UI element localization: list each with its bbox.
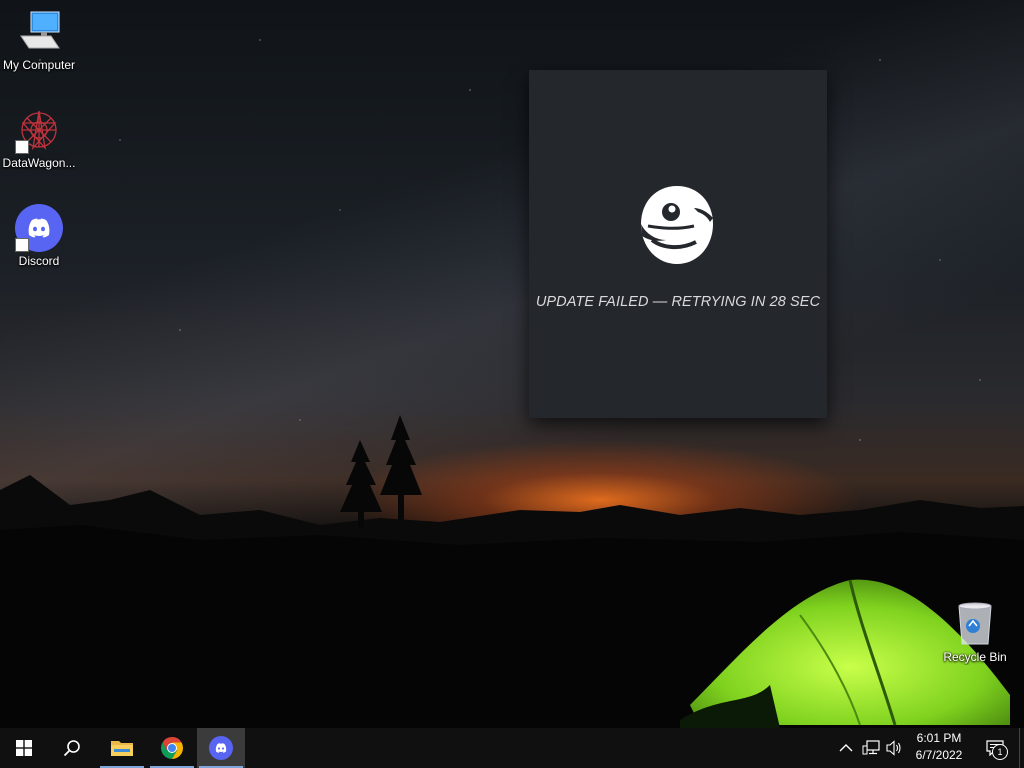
taskbar-chrome[interactable] [148,728,196,768]
update-status-text: UPDATE FAILED — RETRYING IN 28 SEC [535,294,821,310]
start-button[interactable] [0,728,48,768]
discord-update-splash: UPDATE FAILED — RETRYING IN 28 SEC [529,70,827,418]
clock-date: 6/7/2022 [915,748,963,762]
desktop-icon-recycle-bin[interactable]: Recycle Bin [936,600,1014,665]
shortcut-arrow-icon [15,238,29,252]
taskbar: 6:01 PM 6/7/2022 1 [0,728,1024,768]
taskbar-file-explorer[interactable] [98,728,146,768]
show-desktop-button[interactable] [1019,728,1024,768]
desktop-icon-label: My Computer [2,58,76,72]
search-icon [63,740,80,757]
volume-tray-icon[interactable] [884,738,904,758]
datawagon-icon [15,106,63,154]
discord-wumpus-logo [641,186,713,264]
desktop-icon-label: DataWagon... [2,156,76,170]
show-hidden-icons-chevron[interactable] [836,738,856,758]
discord-icon [15,204,63,252]
desktop-background [0,0,1024,728]
speaker-icon [886,740,901,756]
desktop-icon-discord[interactable]: Discord [0,204,78,269]
notification-count-badge: 1 [992,744,1008,760]
pine-trees [340,415,422,528]
desktop-icon-label: Discord [18,254,60,268]
shortcut-arrow-icon [15,140,29,154]
desktop-icon-label: Recycle Bin [943,650,1007,664]
taskbar-clock[interactable]: 6:01 PM 6/7/2022 [904,730,974,766]
clock-time: 6:01 PM [916,731,962,745]
computer-icon [15,8,63,56]
windows-logo-icon [16,740,32,756]
folder-icon [111,741,133,756]
desktop-icon-my-computer[interactable]: My Computer [0,8,78,73]
chevron-up-icon [839,744,853,752]
action-center-button[interactable]: 1 [978,732,1012,764]
network-tray-icon[interactable] [861,738,881,758]
search-button[interactable] [48,728,96,768]
network-icon [862,740,880,755]
chrome-icon [161,737,183,759]
desktop-icon-datawagon[interactable]: DataWagon... [0,106,78,171]
taskbar-discord[interactable] [197,728,245,768]
starfield [0,0,1024,520]
discord-icon [209,736,233,760]
recycle-bin-icon [951,600,999,648]
